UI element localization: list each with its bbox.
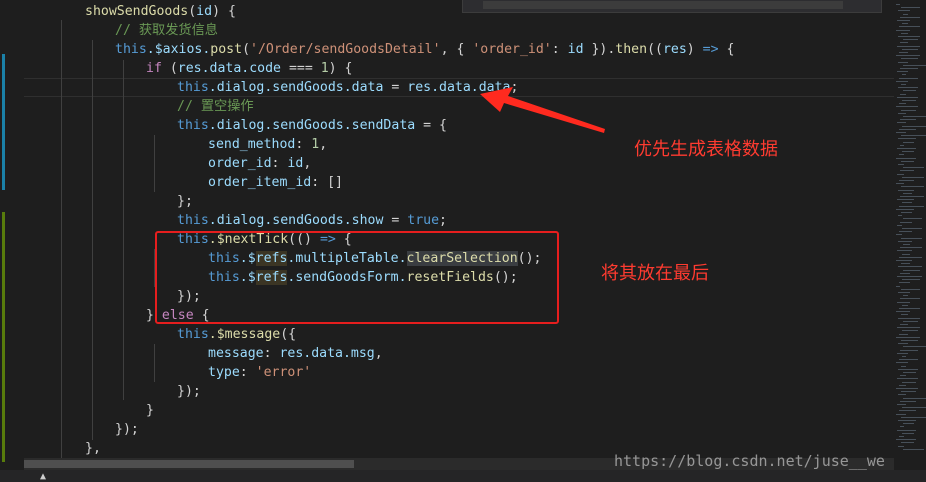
arrow-shape [480,87,605,133]
annotation-generate-table-data: 优先生成表格数据 [634,139,778,160]
watermark: https://blog.csdn.net/juse__we [614,452,885,470]
annotation-put-last: 将其放在最后 [601,263,709,284]
arrow-annotation [480,87,605,133]
